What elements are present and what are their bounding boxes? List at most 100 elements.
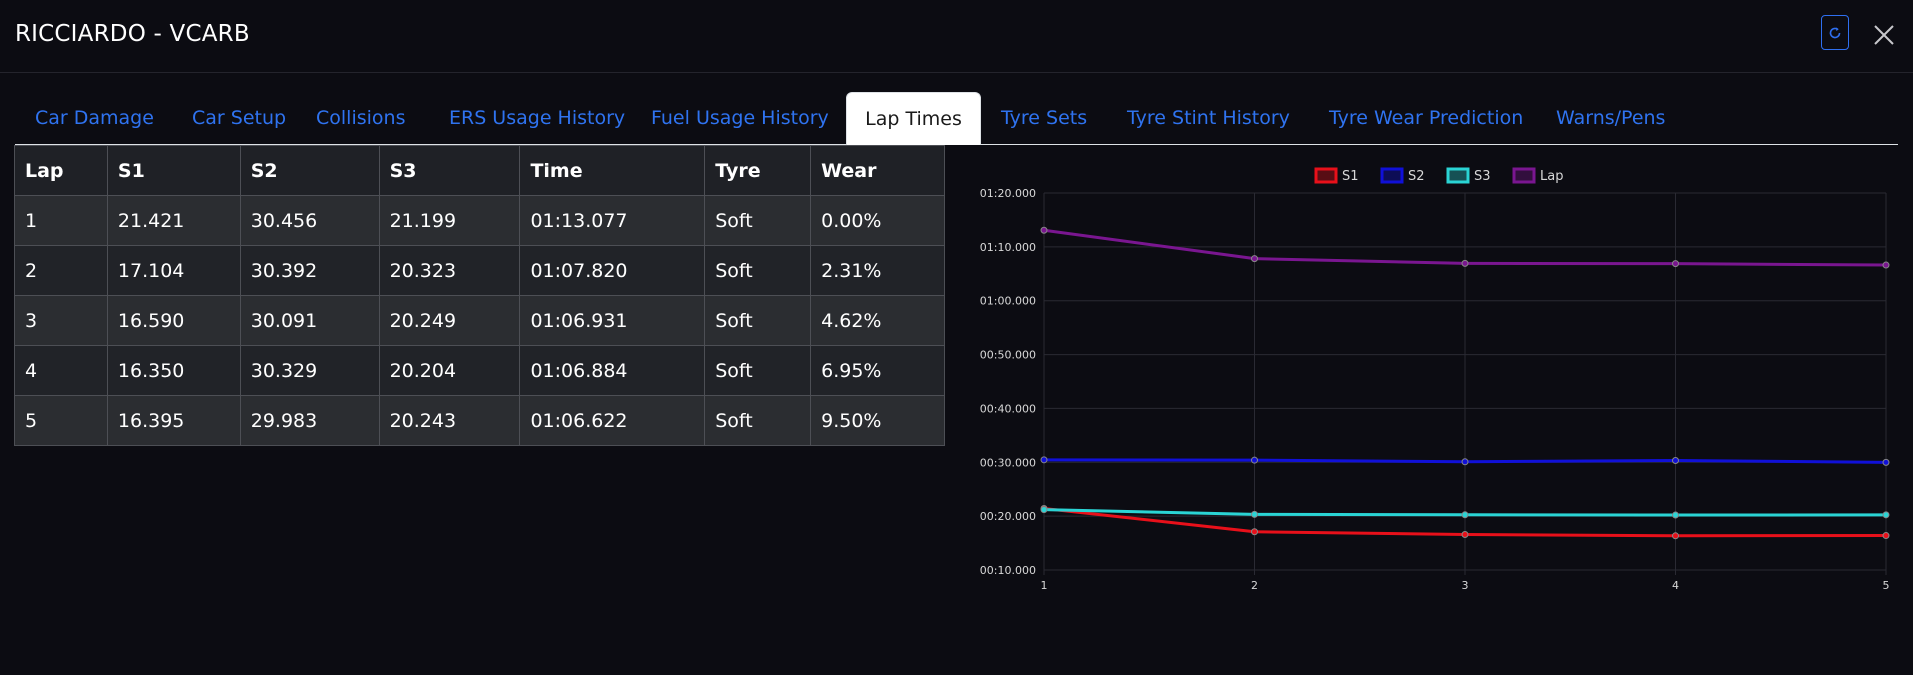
tab-tyre-sets[interactable]: Tyre Sets (981, 92, 1107, 144)
refresh-button[interactable] (1821, 15, 1849, 50)
data-point-s3 (1672, 511, 1679, 519)
x-tick-label: 3 (1462, 579, 1469, 592)
cell-s3: 20.243 (378, 395, 521, 446)
data-point-s1 (1672, 532, 1679, 540)
tab-ers-usage-history[interactable]: ERS Usage History (429, 92, 645, 144)
tab-tyre-wear-prediction[interactable]: Tyre Wear Prediction (1309, 92, 1543, 144)
data-point-s2 (1251, 456, 1258, 464)
legend-swatch-s3 (1446, 167, 1470, 184)
cell-s3: 20.323 (378, 245, 521, 296)
y-tick-label: 00:50.000 (980, 349, 1036, 362)
cell-lap: 1 (14, 195, 108, 246)
cell-tyre: Soft (704, 345, 812, 396)
lap-times-table: Lap S1 S2 S3 Time Tyre Wear 1 21.421 30.… (14, 145, 945, 446)
cell-time: 01:06.622 (519, 395, 706, 446)
cell-wear: 4.62% (810, 295, 945, 346)
data-point-s2 (1882, 458, 1890, 466)
legend-label-s2: S2 (1408, 169, 1425, 184)
cell-tyre: Soft (704, 395, 812, 446)
cell-s2: 30.091 (239, 295, 380, 346)
data-point-s3 (1882, 511, 1890, 519)
column-header-s1: S1 (106, 145, 241, 196)
legend-swatch-s1 (1314, 167, 1338, 184)
cell-s1: 16.590 (106, 295, 241, 346)
y-tick-label: 01:20.000 (980, 187, 1036, 200)
table-row: 5 16.395 29.983 20.243 01:06.622 Soft 9.… (14, 395, 945, 446)
cell-tyre: Soft (704, 245, 812, 296)
tab-warns-pens[interactable]: Warns/Pens (1536, 92, 1685, 144)
column-header-tyre: Tyre (704, 145, 812, 196)
tab-tyre-stint-history[interactable]: Tyre Stint History (1107, 92, 1310, 144)
y-tick-label: 00:10.000 (980, 564, 1036, 577)
cell-s1: 21.421 (106, 195, 241, 246)
cell-tyre: Soft (704, 295, 812, 346)
y-tick-label: 01:00.000 (980, 295, 1036, 308)
x-tick-label: 5 (1883, 579, 1890, 592)
data-point-s3 (1461, 511, 1469, 519)
close-button[interactable] (1873, 24, 1895, 46)
cell-time: 01:06.884 (519, 345, 706, 396)
column-header-s3: S3 (378, 145, 521, 196)
cell-tyre: Soft (704, 195, 812, 246)
column-header-s2: S2 (239, 145, 380, 196)
table-row: 4 16.350 30.329 20.204 01:06.884 Soft 6.… (14, 345, 945, 396)
tab-car-damage[interactable]: Car Damage (15, 92, 174, 144)
table-row: 3 16.590 30.091 20.249 01:06.931 Soft 4.… (14, 295, 945, 346)
y-tick-label: 00:40.000 (980, 402, 1036, 415)
tab-lap-times[interactable]: Lap Times (846, 92, 981, 145)
driver-title: RICCIARDO - VCARB (15, 21, 250, 47)
data-point-lap (1040, 226, 1048, 234)
column-header-time: Time (519, 145, 706, 196)
cell-s2: 30.392 (239, 245, 380, 296)
cell-s1: 16.395 (106, 395, 241, 446)
x-tick-label: 1 (1041, 579, 1048, 592)
cell-wear: 6.95% (810, 345, 945, 396)
data-point-s2 (1461, 458, 1469, 466)
x-tick-label: 4 (1672, 579, 1679, 592)
y-tick-label: 00:30.000 (980, 456, 1036, 469)
data-point-s3 (1040, 506, 1048, 514)
y-tick-label: 00:20.000 (980, 510, 1036, 523)
legend-swatch-lap (1512, 167, 1536, 184)
legend-label-lap: Lap (1540, 169, 1563, 184)
tab-car-setup[interactable]: Car Setup (172, 92, 306, 144)
lap-times-chart: 01:20.000 01:10.000 01:00.000 00:50.000 00:4… (960, 158, 1900, 598)
cell-wear: 9.50% (810, 395, 945, 446)
cell-s1: 17.104 (106, 245, 241, 296)
cell-wear: 0.00% (810, 195, 945, 246)
data-point-lap (1251, 255, 1258, 263)
legend-label-s3: S3 (1474, 169, 1491, 184)
cell-s1: 16.350 (106, 345, 241, 396)
lap-times-chart-svg: 01:20.000 01:10.000 01:00.000 00:50.000 00:4… (980, 167, 1890, 592)
cell-wear: 2.31% (810, 245, 945, 296)
x-tick-label: 2 (1251, 579, 1258, 592)
close-icon (1874, 25, 1894, 45)
data-point-s1 (1461, 531, 1469, 539)
cell-s2: 30.456 (239, 195, 380, 246)
cell-time: 01:07.820 (519, 245, 706, 296)
cell-lap: 2 (14, 245, 108, 296)
tab-bar: Car Damage Car Setup Collisions ERS Usag… (15, 92, 1898, 145)
data-point-s1 (1251, 528, 1258, 536)
legend-label-s1: S1 (1342, 169, 1359, 184)
cell-s2: 30.329 (239, 345, 380, 396)
refresh-icon (1829, 26, 1841, 38)
cell-lap: 5 (14, 395, 108, 446)
data-point-s3 (1251, 510, 1258, 518)
cell-time: 01:13.077 (519, 195, 706, 246)
legend-swatch-s2 (1380, 167, 1404, 184)
cell-time: 01:06.931 (519, 295, 706, 346)
tab-fuel-usage-history[interactable]: Fuel Usage History (631, 92, 849, 144)
cell-s3: 20.204 (378, 345, 521, 396)
data-point-s1 (1882, 532, 1890, 540)
data-point-lap (1461, 259, 1469, 267)
data-point-s2 (1040, 456, 1048, 464)
table-row: 1 21.421 30.456 21.199 01:13.077 Soft 0.… (14, 195, 945, 246)
cell-s3: 21.199 (378, 195, 521, 246)
cell-s2: 29.983 (239, 395, 380, 446)
tab-collisions[interactable]: Collisions (296, 92, 425, 144)
cell-lap: 3 (14, 295, 108, 346)
table-header-row: Lap S1 S2 S3 Time Tyre Wear (14, 145, 945, 196)
data-point-lap (1672, 260, 1679, 268)
table-row: 2 17.104 30.392 20.323 01:07.820 Soft 2.… (14, 245, 945, 296)
